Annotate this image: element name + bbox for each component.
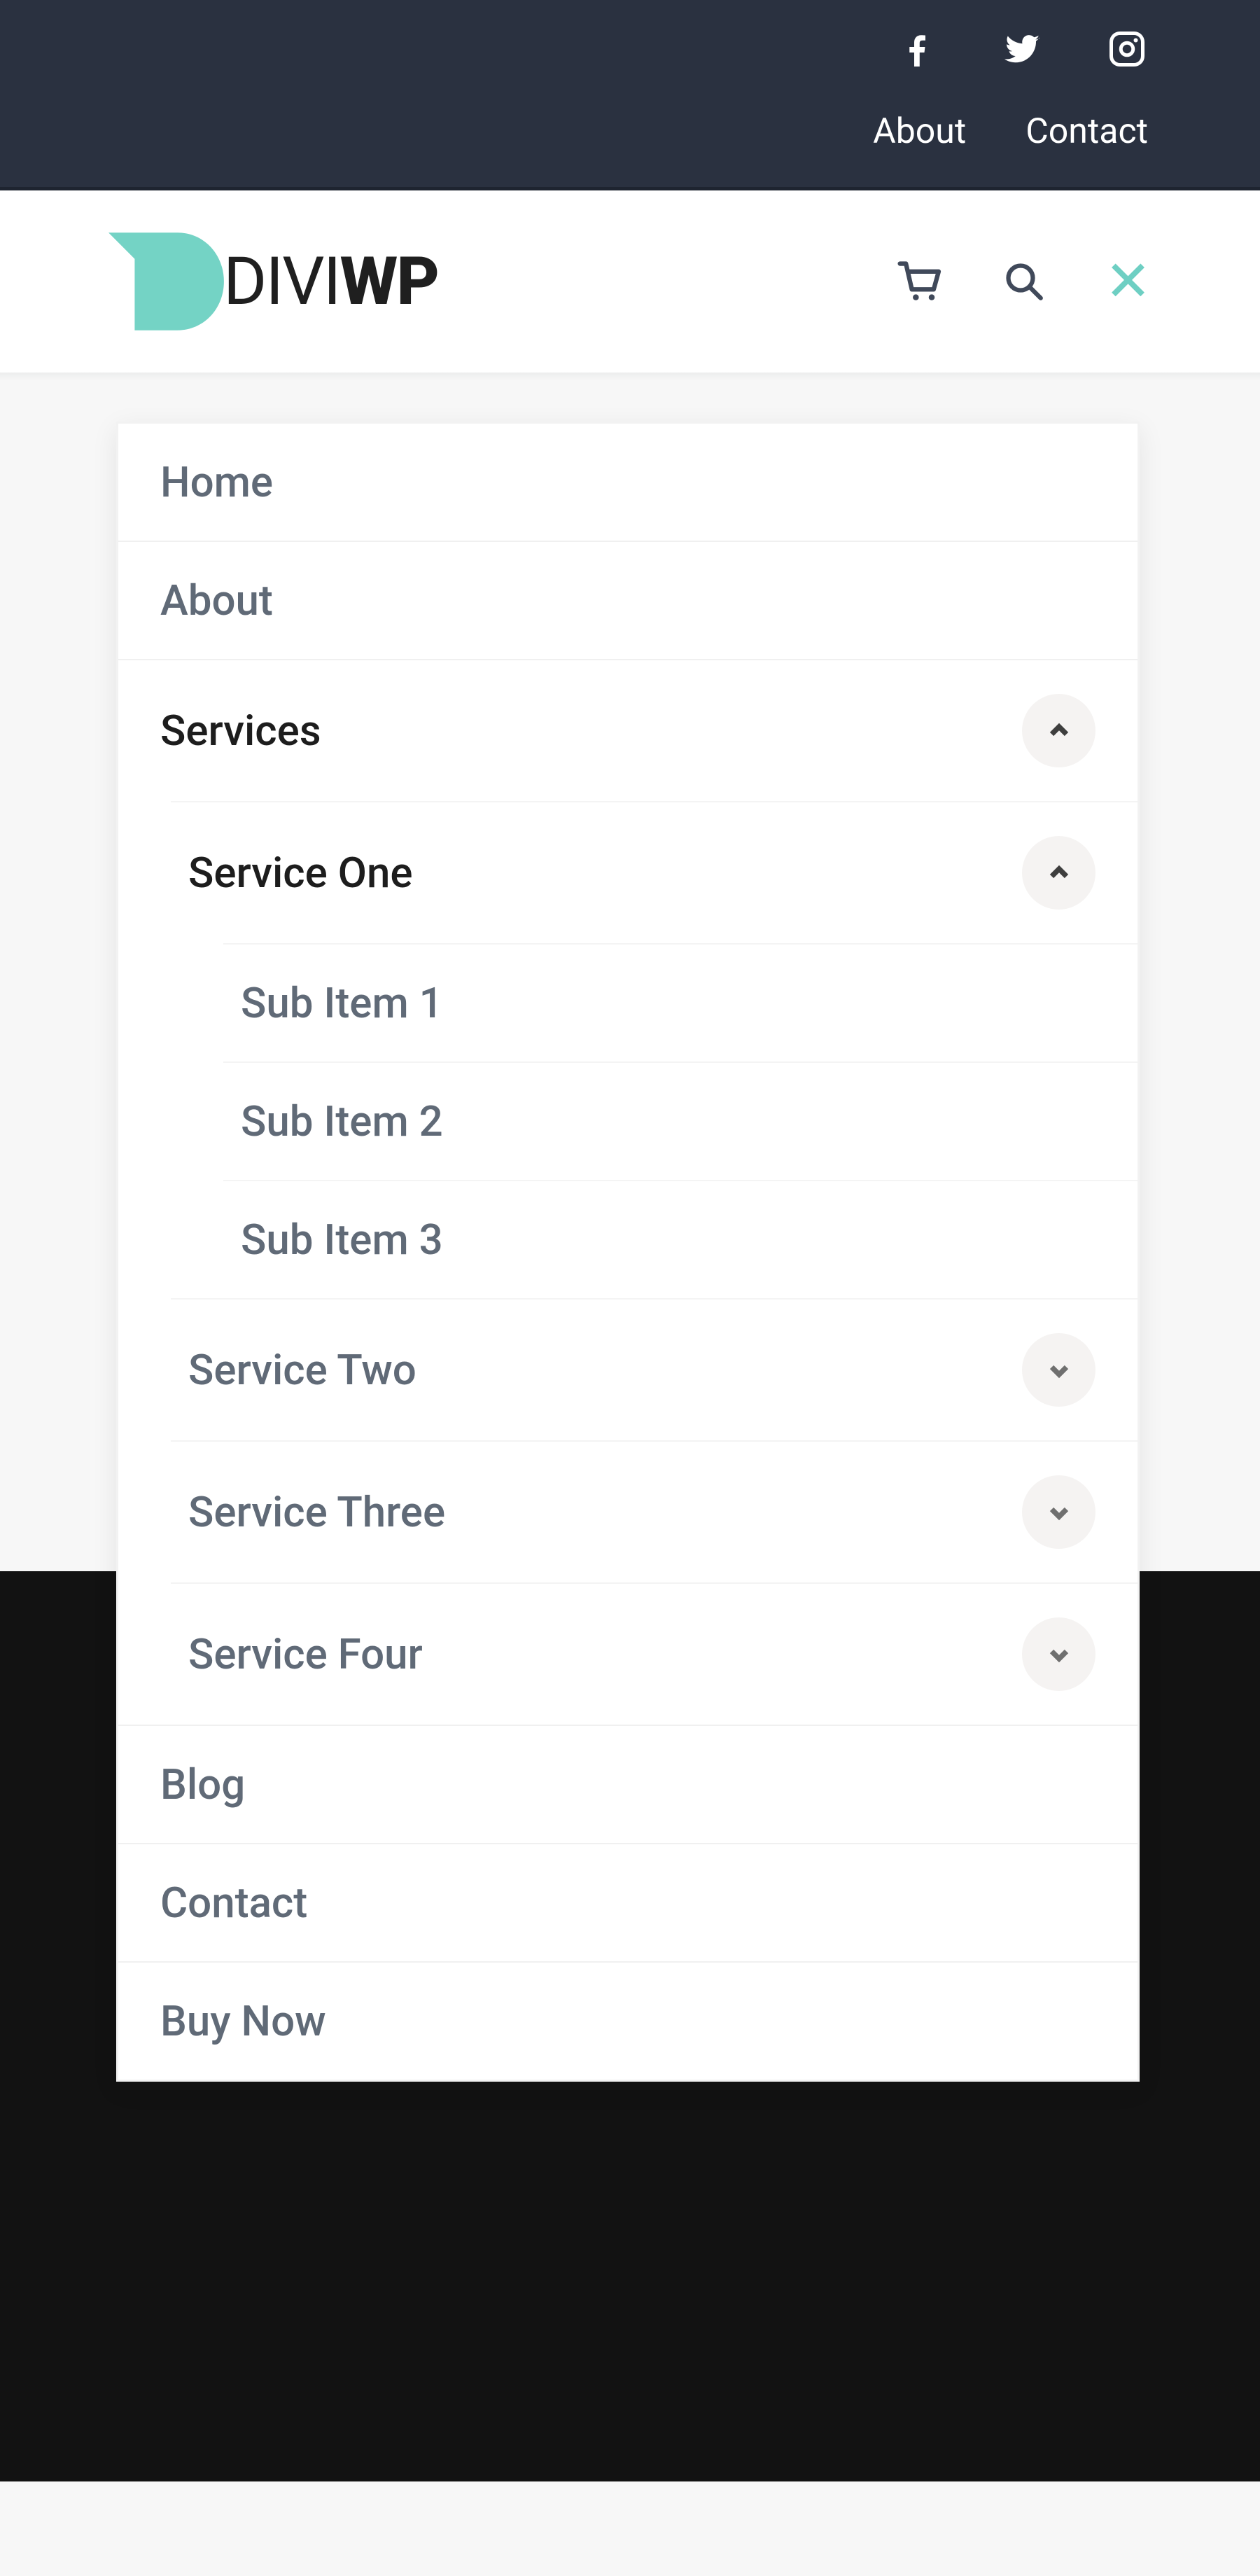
chevron-down-icon (1046, 1500, 1072, 1525)
logo-text-part1: DIVI (223, 243, 340, 321)
header-shadow (0, 373, 1260, 381)
menu-item-sub1[interactable]: Sub Item 1 (223, 945, 1138, 1061)
logo-mark-icon (108, 232, 227, 330)
submenu-service-one: Sub Item 1 Sub Item 2 Sub Item 3 (223, 943, 1138, 1298)
header: DIVIWP ✕ (0, 190, 1260, 373)
menu-item-service-one[interactable]: Service One (171, 802, 1138, 943)
topbar: About Contact (0, 0, 1260, 190)
menu-item-sub3[interactable]: Sub Item 3 (223, 1181, 1138, 1298)
header-icons: ✕ (896, 253, 1152, 309)
menu-item-service-four[interactable]: Service Four (171, 1584, 1138, 1725)
logo-text-part2: WP (340, 243, 438, 321)
menu-label-sub2: Sub Item 2 (241, 1096, 443, 1146)
chevron-up-icon (1046, 718, 1072, 744)
menu-item-sub2[interactable]: Sub Item 2 (223, 1063, 1138, 1180)
topbar-link-contact[interactable]: Contact (1026, 111, 1148, 152)
chevron-up-icon (1046, 861, 1072, 886)
menu-label-about: About (160, 576, 273, 625)
menu-item-service-three[interactable]: Service Three (171, 1442, 1138, 1582)
menu-item-blog[interactable]: Blog (118, 1726, 1138, 1843)
close-menu-icon[interactable]: ✕ (1105, 253, 1152, 309)
menu-label-sub1: Sub Item 1 (241, 978, 443, 1028)
menu-label-service-one: Service One (188, 848, 413, 898)
cart-icon[interactable] (896, 258, 944, 305)
logo-text: DIVIWP (223, 243, 438, 321)
menu-label-service-four: Service Four (188, 1629, 423, 1679)
menu-item-home[interactable]: Home (118, 424, 1138, 541)
menu-item-contact[interactable]: Contact (118, 1844, 1138, 1961)
collapse-toggle-service-one[interactable] (1022, 836, 1096, 910)
menu-item-services[interactable]: Services (118, 660, 1138, 801)
menu-label-service-two: Service Two (188, 1345, 416, 1395)
social-icons-row (896, 28, 1148, 73)
chevron-down-icon (1046, 1358, 1072, 1383)
chevron-down-icon (1046, 1642, 1072, 1667)
menu-label-sub3: Sub Item 3 (241, 1215, 443, 1265)
menu-label-buy-now: Buy Now (160, 1996, 326, 2046)
expand-toggle-service-two[interactable] (1022, 1333, 1096, 1407)
topbar-link-about[interactable]: About (873, 111, 966, 152)
menu-label-contact: Contact (160, 1878, 307, 1928)
submenu-services: Service One Sub Item 1 (171, 801, 1138, 1725)
menu-item-about[interactable]: About (118, 542, 1138, 659)
twitter-icon[interactable] (1001, 28, 1043, 73)
menu-label-services: Services (160, 706, 321, 756)
menu-label-home: Home (160, 457, 273, 507)
facebook-icon[interactable] (896, 28, 938, 73)
menu-item-buy-now[interactable]: Buy Now (118, 1963, 1138, 2080)
menu-label-service-three: Service Three (188, 1487, 445, 1537)
mobile-menu-panel: Home About Services Service One (116, 422, 1140, 2082)
search-icon[interactable] (1003, 260, 1045, 302)
menu-label-blog: Blog (160, 1760, 245, 1809)
instagram-icon[interactable] (1106, 28, 1148, 73)
logo[interactable]: DIVIWP (108, 232, 438, 330)
collapse-toggle-services[interactable] (1022, 694, 1096, 767)
expand-toggle-service-four[interactable] (1022, 1617, 1096, 1691)
topbar-links: About Contact (873, 111, 1148, 152)
expand-toggle-service-three[interactable] (1022, 1475, 1096, 1549)
menu-item-service-two[interactable]: Service Two (171, 1300, 1138, 1440)
